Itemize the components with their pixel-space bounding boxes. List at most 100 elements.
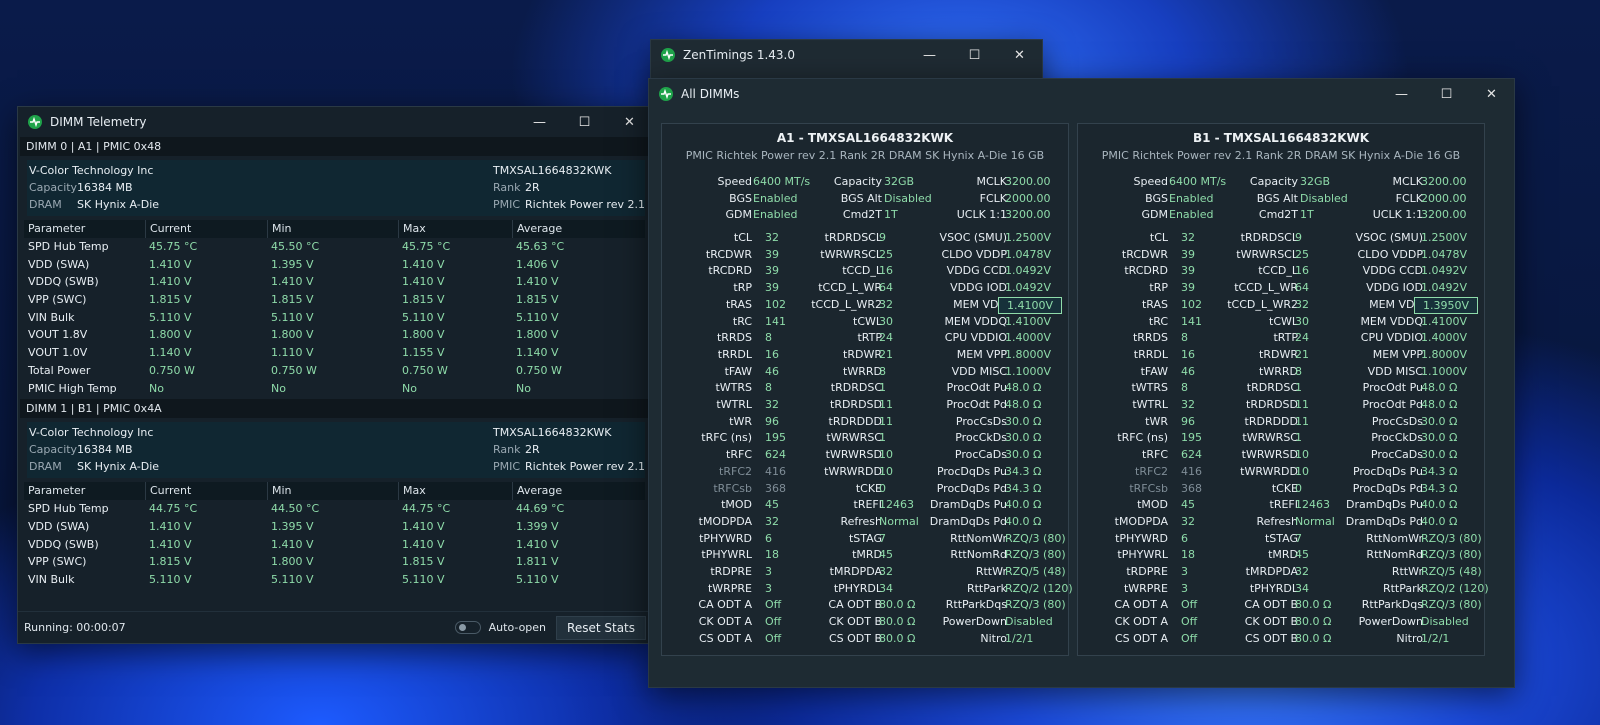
timing-value: 39	[1181, 247, 1195, 261]
maximize-icon[interactable]: ☐	[562, 107, 607, 137]
timing-label: tPHYWRD	[699, 531, 752, 545]
timing-value: 80.0 Ω	[1295, 615, 1332, 629]
timing-row: tRFC (ns) 195 tWRWRSC 1 ProcCkDs 30.0 Ω	[1078, 430, 1484, 447]
parameter-value: 1.110 V	[271, 346, 314, 360]
parameter-value: 1.410 V	[402, 257, 445, 271]
minimize-icon[interactable]: —	[1379, 79, 1424, 109]
parameter-value: 1.800 V	[271, 555, 314, 569]
timing-value: 3200.00	[1421, 175, 1467, 188]
timing-label: RttParkDqs	[1361, 598, 1423, 612]
all-dimms-window[interactable]: All DIMMs — ☐ ✕ A1 - TMXSAL1664832KWK PMI…	[648, 78, 1515, 688]
timing-value: 24	[1295, 331, 1309, 345]
dram-label: DRAM	[29, 460, 62, 474]
timing-value: 34.3 Ω	[1005, 481, 1042, 495]
maximize-icon[interactable]: ☐	[1424, 79, 1469, 109]
minimize-icon[interactable]: —	[517, 107, 562, 137]
parameter-value: 1.395 V	[271, 519, 314, 533]
timing-value: 6400 MT/s	[1169, 175, 1227, 188]
timing-row: CS ODT A Off CS ODT B 80.0 Ω Nitro 1/2/1	[662, 631, 1068, 648]
timing-value: 46	[1181, 364, 1195, 378]
timing-label: tRDRDDD	[828, 414, 882, 428]
timing-label: tWTRL	[1132, 398, 1168, 411]
timing-label: tCCD_L_WR2	[811, 297, 882, 311]
timing-label: ProcOdt Pu	[946, 381, 1007, 395]
timing-label: BGS Alt	[1256, 191, 1298, 205]
parameter-value: 1.140 V	[516, 346, 559, 360]
timing-label: GDM	[725, 208, 753, 222]
maximize-icon[interactable]: ☐	[952, 40, 997, 70]
close-icon[interactable]: ✕	[997, 40, 1042, 70]
timing-label: VDDG IOD	[1366, 281, 1423, 295]
timing-label: CK ODT A	[1114, 615, 1168, 629]
timing-label: CS ODT A	[1114, 631, 1168, 645]
parameter-value: 1.410 V	[149, 537, 192, 551]
parameter-name: Total Power	[28, 363, 91, 377]
close-icon[interactable]: ✕	[607, 107, 652, 137]
timing-value: 32	[1181, 231, 1195, 244]
timing-label: tPHYWRL	[1117, 548, 1168, 562]
timing-label: tPHYRDL	[833, 581, 882, 595]
telemetry-row: VOUT 1.8V 1.800 V 1.800 V 1.800 V 1.800 V	[28, 326, 652, 344]
timing-row: tMODPDA 32 Refresh Normal DramDqDs Pd 40.0 Ω	[662, 514, 1068, 531]
timing-value: 40.0 Ω	[1005, 498, 1042, 512]
timing-label: tWTRL	[716, 398, 752, 411]
timing-label: FCLK	[1395, 191, 1423, 205]
timing-value: 1.1000V	[1421, 364, 1468, 378]
telemetry-titlebar[interactable]: DIMM Telemetry — ☐ ✕	[18, 107, 652, 137]
parameter-value: No	[516, 381, 531, 395]
telemetry-body: DIMM 0 | A1 | PMIC 0x48 V-Color Technolog…	[18, 137, 652, 589]
zentimings-titlebar[interactable]: ZenTimings 1.43.0 — ☐ ✕	[651, 40, 1042, 70]
timing-label: tRP	[733, 281, 752, 295]
timing-value: 45	[1295, 548, 1309, 562]
timing-label: tRFCsb	[1129, 481, 1168, 495]
timing-value: 32	[879, 565, 893, 578]
telemetry-row: VDD (SWA) 1.410 V 1.395 V 1.410 V 1.406 V	[28, 256, 652, 274]
all-dimms-titlebar[interactable]: All DIMMs — ☐ ✕	[649, 79, 1514, 109]
timing-label: RttNomWr	[1366, 531, 1423, 545]
timing-value: 12463	[879, 498, 914, 512]
dimm-telemetry-window[interactable]: DIMM Telemetry — ☐ ✕ DIMM 0 | A1 | PMIC …	[17, 106, 653, 644]
rank-value: 2R	[525, 443, 540, 457]
timing-label: RttWr	[1391, 565, 1423, 578]
timing-label: Speed	[717, 175, 752, 188]
parameter-value: 5.110 V	[149, 310, 192, 324]
timing-label: tWR	[1145, 414, 1168, 428]
timing-label: FCLK	[979, 191, 1007, 205]
auto-open-toggle[interactable]	[454, 621, 481, 634]
timing-value: 30	[879, 314, 893, 328]
parameter-value: 5.110 V	[149, 572, 192, 586]
timing-value: 8	[765, 381, 772, 395]
timing-value: RZQ/3 (80)	[1421, 548, 1482, 562]
timing-value: 8	[765, 331, 772, 345]
timing-label: Cmd2T	[842, 208, 882, 222]
timing-row: CS ODT A Off CS ODT B 80.0 Ω Nitro 1/2/1	[1078, 631, 1484, 648]
timing-value: 416	[765, 464, 786, 478]
timing-value: 34.3 Ω	[1005, 464, 1042, 478]
timing-row: Speed 6400 MT/s Capacity 32GB MCLK 3200.00	[662, 174, 1068, 191]
parameter-value: 1.410 V	[271, 537, 314, 551]
timing-value: 1.2500V	[1421, 231, 1468, 244]
timing-label: tCL	[1149, 231, 1168, 244]
timing-value: 416	[1181, 464, 1202, 478]
timing-value: 3200.00	[1005, 208, 1051, 222]
timing-value: 39	[765, 281, 779, 295]
close-icon[interactable]: ✕	[1469, 79, 1514, 109]
timing-label: tCWL	[853, 314, 882, 328]
timing-value: 9	[1295, 231, 1302, 244]
reset-stats-button[interactable]: Reset Stats	[556, 615, 646, 640]
telemetry-row: SPD Hub Temp 44.75 °C 44.50 °C 44.75 °C 44.6…	[28, 500, 652, 518]
telemetry-row: VPP (SWC) 1.815 V 1.815 V 1.815 V 1.815 V	[28, 291, 652, 309]
all-dimms-app-icon	[659, 87, 673, 101]
timing-label: tRFC	[726, 448, 752, 462]
timing-value: 1.4100V	[1005, 314, 1052, 328]
timing-value: 1.4100V	[1421, 314, 1468, 328]
timing-value: 39	[1181, 281, 1195, 295]
minimize-icon[interactable]: —	[907, 40, 952, 70]
timing-label: tPHYWRD	[1115, 531, 1168, 545]
timing-value: 11	[1295, 398, 1309, 411]
timing-label: tSTAG	[848, 531, 882, 545]
timing-label: tRDPRE	[1126, 565, 1168, 578]
rank-label: Rank	[493, 181, 521, 194]
timing-value: 34.3 Ω	[1421, 464, 1458, 478]
parameter-name: VIN Bulk	[28, 310, 75, 324]
